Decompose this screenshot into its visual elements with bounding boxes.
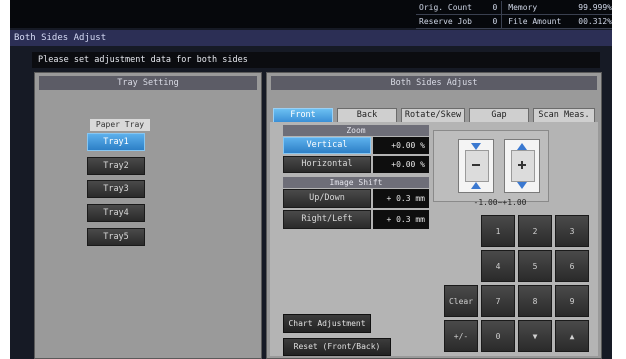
key-8[interactable]: 8 xyxy=(518,285,552,317)
key-9[interactable]: 9 xyxy=(555,285,589,317)
tray4-button[interactable]: Tray4 xyxy=(87,204,145,222)
tab-scan-meas[interactable]: Scan Meas. xyxy=(533,108,595,123)
right-left-value: + 0.3 mm xyxy=(373,210,429,229)
key-4[interactable]: 4 xyxy=(481,250,515,282)
up-down-value: + 0.3 mm xyxy=(373,189,429,208)
key-0[interactable]: 0 xyxy=(481,320,515,352)
file-amount-value: 00.312% xyxy=(578,17,612,26)
both-sides-adjust-header: Both Sides Adjust xyxy=(271,76,597,90)
key-3[interactable]: 3 xyxy=(555,215,589,247)
horizontal-zoom-page xyxy=(504,139,540,193)
horizontal-zoom-value: +0.00 % xyxy=(373,156,429,173)
status-row-1: Orig. Count 0 Memory 99.999% xyxy=(416,1,612,15)
expand-arrows-icon xyxy=(517,143,527,189)
tab-rotate-skew[interactable]: Rotate/Skew xyxy=(401,108,465,123)
tray3-button[interactable]: Tray3 xyxy=(87,180,145,198)
horizontal-zoom-button[interactable]: Horizontal xyxy=(283,156,371,173)
paper-tray-label: Paper Tray xyxy=(90,119,150,131)
key-7[interactable]: 7 xyxy=(481,285,515,317)
front-tab-content: Zoom Vertical +0.00 % Horizontal +0.00 %… xyxy=(270,122,598,356)
key-1[interactable]: 1 xyxy=(481,215,515,247)
window-title: Both Sides Adjust xyxy=(10,30,612,46)
memory-value: 99.999% xyxy=(578,3,612,12)
tray1-button[interactable]: Tray1 xyxy=(87,133,145,151)
reserve-job-label: Reserve Job xyxy=(419,17,472,26)
down-arrow-key[interactable]: ▼ xyxy=(518,320,552,352)
orig-count-value: 0 xyxy=(492,3,498,12)
orig-count-label: Orig. Count xyxy=(419,3,472,12)
key-2[interactable]: 2 xyxy=(518,215,552,247)
plus-minus-key[interactable]: +/- xyxy=(444,320,478,352)
reset-front-back-button[interactable]: Reset (Front/Back) xyxy=(283,338,391,356)
tray-setting-header: Tray Setting xyxy=(39,76,257,90)
tray2-button[interactable]: Tray2 xyxy=(87,157,145,175)
adjust-range: -1.00~+1.00 xyxy=(473,198,527,207)
key-6[interactable]: 6 xyxy=(555,250,589,282)
right-left-button[interactable]: Right/Left xyxy=(283,210,371,229)
adjust-preview xyxy=(433,130,549,202)
status-row-2: Reserve Job 0 File Amount 00.312% xyxy=(416,15,612,29)
tab-gap[interactable]: Gap xyxy=(469,108,529,123)
tab-front[interactable]: Front xyxy=(273,108,333,123)
clear-key[interactable]: Clear xyxy=(444,285,478,317)
memory-label: Memory xyxy=(501,1,563,14)
instruction-message: Please set adjustment data for both side… xyxy=(32,52,600,68)
key-5[interactable]: 5 xyxy=(518,250,552,282)
status-grid: Orig. Count 0 Memory 99.999% Reserve Job… xyxy=(416,1,612,29)
vertical-zoom-button[interactable]: Vertical xyxy=(283,137,371,154)
tray-setting-panel: Tray Setting Paper Tray Tray1 Tray2 Tray… xyxy=(34,72,262,359)
zoom-header: Zoom xyxy=(283,125,429,136)
both-sides-adjust-panel: Both Sides Adjust Front Back Rotate/Skew… xyxy=(266,72,602,359)
screen: Orig. Count 0 Memory 99.999% Reserve Job… xyxy=(10,0,612,359)
vertical-zoom-page xyxy=(458,139,494,193)
image-shift-header: Image Shift xyxy=(283,177,429,188)
status-bar: Orig. Count 0 Memory 99.999% Reserve Job… xyxy=(10,0,612,29)
file-amount-label: File Amount xyxy=(501,15,563,28)
up-down-button[interactable]: Up/Down xyxy=(283,189,371,208)
up-arrow-key[interactable]: ▲ xyxy=(555,320,589,352)
reserve-job-value: 0 xyxy=(492,17,498,26)
tray5-button[interactable]: Tray5 xyxy=(87,228,145,246)
chart-adjustment-button[interactable]: Chart Adjustment xyxy=(283,314,371,333)
shrink-arrows-icon xyxy=(471,143,481,189)
tab-back[interactable]: Back xyxy=(337,108,397,123)
vertical-zoom-value: +0.00 % xyxy=(373,137,429,154)
